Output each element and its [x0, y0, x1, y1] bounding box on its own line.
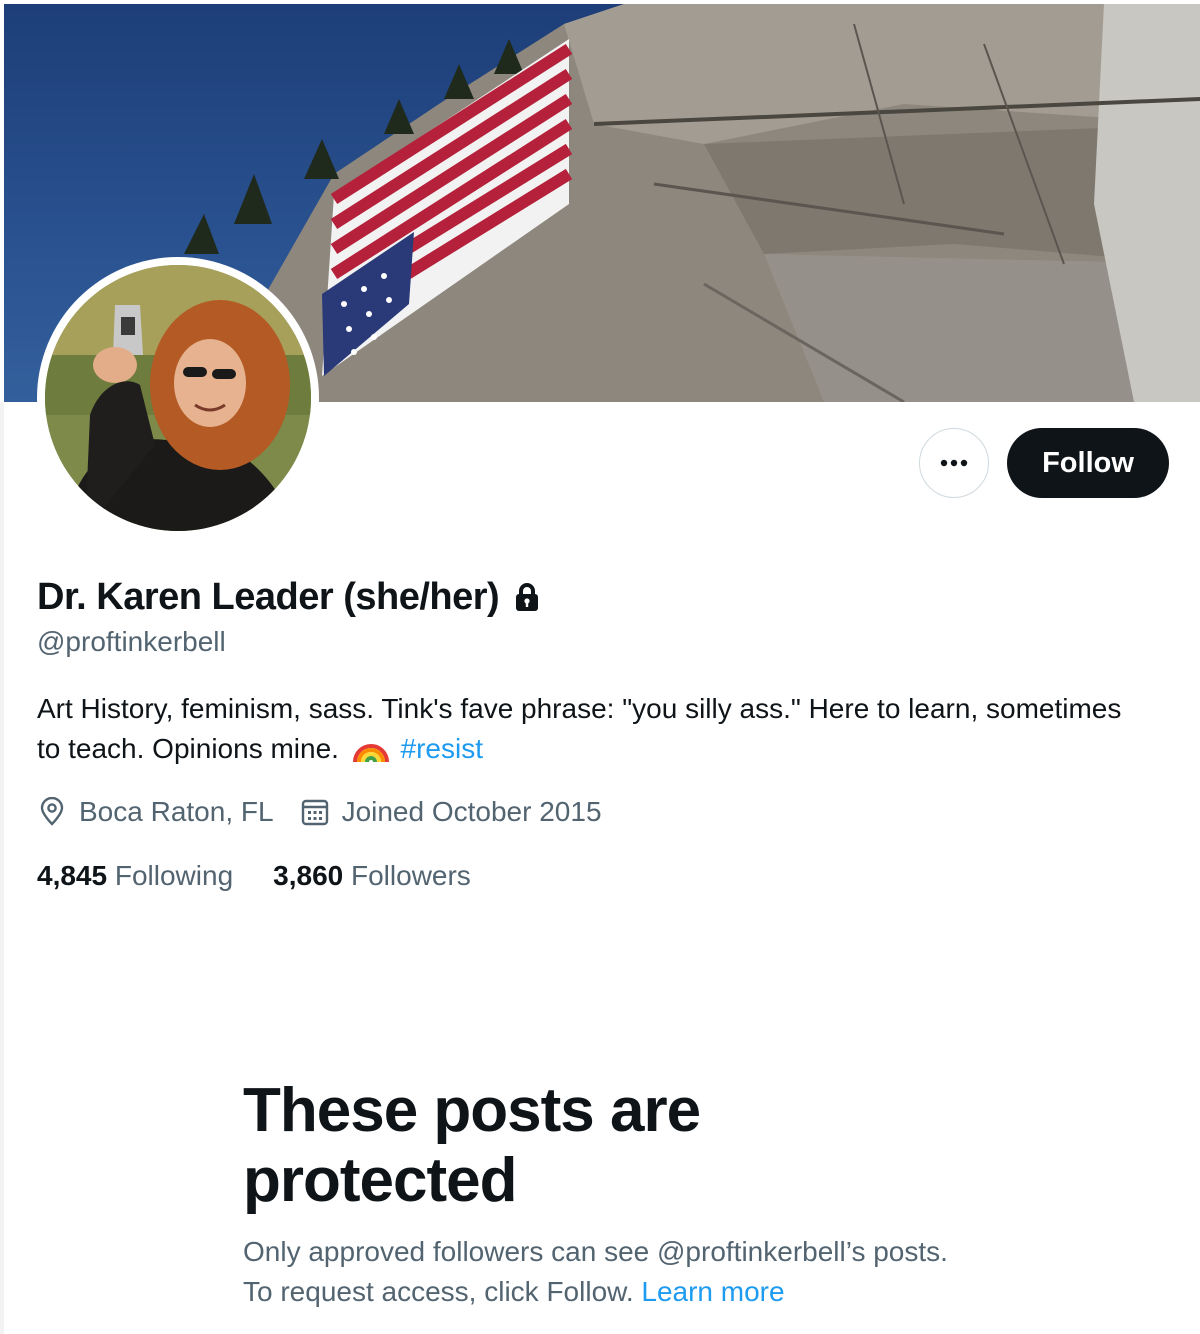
- learn-more-link[interactable]: Learn more: [641, 1276, 784, 1307]
- following-link[interactable]: 4,845 Following: [37, 860, 233, 892]
- follow-button-label: Follow: [1042, 446, 1134, 479]
- lock-icon: [513, 582, 541, 612]
- profile-bio: Art History, feminism, sass. Tink's fave…: [37, 689, 1137, 775]
- more-options-icon: [940, 459, 968, 467]
- joined-item: Joined October 2015: [300, 796, 602, 828]
- following-count: 4,845: [37, 860, 108, 891]
- profile-stats: 4,845 Following 3,860 Followers: [37, 856, 511, 896]
- profile-avatar[interactable]: [37, 257, 319, 539]
- bio-text: Art History, feminism, sass. Tink's fave…: [37, 693, 1122, 764]
- profile-display-name-row: Dr. Karen Leader (she/her): [37, 573, 541, 621]
- profile-meta: Boca Raton, FL Joined October 2015: [37, 792, 628, 832]
- bio-hashtag-link[interactable]: #resist: [401, 733, 483, 764]
- protected-posts-title: These posts are protected: [243, 1076, 701, 1215]
- protected-posts-description: Only approved followers can see @proftin…: [243, 1232, 963, 1312]
- protected-description-text: Only approved followers can see @proftin…: [243, 1236, 948, 1307]
- joined-text: Joined October 2015: [341, 796, 602, 827]
- display-name: Dr. Karen Leader (she/her): [37, 575, 500, 618]
- followers-label: Followers: [351, 860, 471, 891]
- calendar-icon: [301, 799, 328, 826]
- followers-link[interactable]: 3,860 Followers: [273, 860, 471, 892]
- location-item: Boca Raton, FL: [37, 796, 274, 828]
- followers-count: 3,860: [273, 860, 344, 891]
- more-options-button[interactable]: [919, 428, 989, 498]
- rainbow-icon: [352, 734, 389, 775]
- following-label: Following: [114, 860, 234, 891]
- location-pin-icon: [40, 797, 64, 826]
- follow-button[interactable]: Follow: [1007, 428, 1169, 498]
- profile-handle: @proftinkerbell: [37, 626, 226, 657]
- page-left-border: [0, 402, 4, 1334]
- location-text: Boca Raton, FL: [79, 796, 274, 827]
